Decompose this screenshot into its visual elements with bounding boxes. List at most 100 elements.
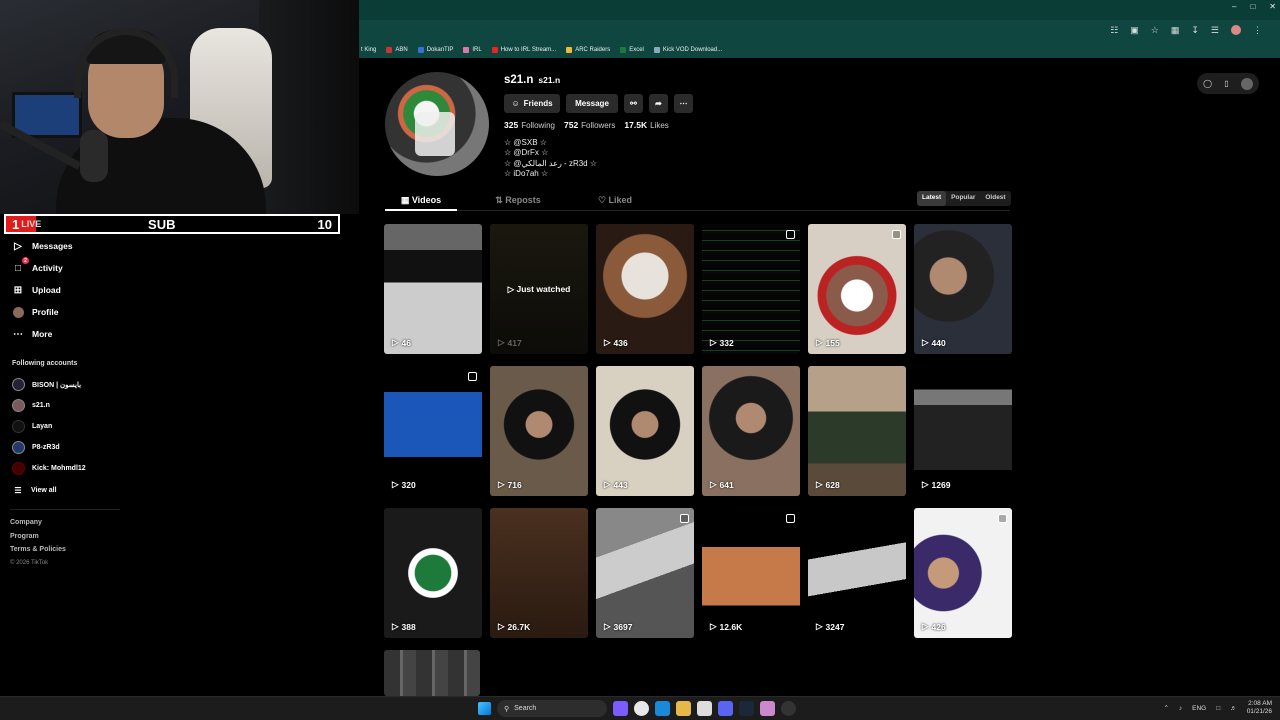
photo-carousel-icon bbox=[786, 230, 795, 239]
bookmark-item[interactable]: How to IRL Stream... bbox=[491, 47, 556, 53]
view-all-link[interactable]: ☰ View all bbox=[12, 484, 56, 496]
extensions-icon[interactable]: ▦ bbox=[1171, 25, 1180, 36]
bookmark-item[interactable]: ABN bbox=[386, 47, 408, 53]
suggest-accounts-button[interactable]: ⚯ bbox=[624, 94, 643, 113]
bookmark-favicon bbox=[417, 47, 424, 53]
microphone-icon[interactable]: ♪ bbox=[1179, 705, 1182, 712]
tray-chevron-icon[interactable]: ⌃ bbox=[1163, 704, 1168, 712]
video-card[interactable]: ▷ 436 bbox=[596, 224, 694, 354]
taskbar-search[interactable]: ⚲ Search bbox=[497, 700, 607, 717]
following-account[interactable]: Layan bbox=[12, 420, 52, 433]
following-account[interactable]: Kick: Mohmdl12 bbox=[12, 462, 86, 475]
footer-link-terms[interactable]: Terms & Policies bbox=[10, 543, 66, 557]
video-card[interactable]: ▷ 628 bbox=[808, 366, 906, 496]
store-icon[interactable] bbox=[697, 701, 712, 716]
reading-list-icon[interactable]: ☰ bbox=[1211, 25, 1219, 36]
video-card[interactable]: ▷ 46 bbox=[384, 224, 482, 354]
video-card-partial[interactable] bbox=[384, 650, 480, 696]
nav-activity[interactable]: □ 2 Activity bbox=[12, 257, 63, 274]
minimize-icon[interactable]: – bbox=[1232, 2, 1236, 11]
account-avatar bbox=[12, 441, 25, 454]
play-icon: ▷ bbox=[392, 337, 399, 347]
bookmark-star-icon[interactable]: ☆ bbox=[1151, 25, 1159, 36]
footer-link-program[interactable]: Program bbox=[10, 530, 66, 544]
video-card[interactable]: ▷ 426 bbox=[914, 508, 1012, 638]
share-button[interactable]: ➦ bbox=[649, 94, 668, 113]
video-card[interactable]: ▷ 388 bbox=[384, 508, 482, 638]
copilot-icon[interactable] bbox=[613, 701, 628, 716]
photo-carousel-icon bbox=[786, 514, 795, 523]
video-card[interactable]: ▷ 716 bbox=[490, 366, 588, 496]
tab-reposts[interactable]: ⇅ Reposts bbox=[482, 189, 554, 210]
play-icon: ▷ bbox=[604, 337, 611, 347]
video-card[interactable]: ▷ 155 bbox=[808, 224, 906, 354]
nav-profile[interactable]: Profile bbox=[12, 306, 58, 318]
windows-start-icon[interactable] bbox=[478, 702, 491, 715]
following-stat[interactable]: 325 Following bbox=[504, 120, 555, 130]
bookmark-item[interactable]: Kick VOD Download... bbox=[653, 47, 723, 53]
nav-more[interactable]: ⋯ More bbox=[12, 328, 52, 340]
sort-latest[interactable]: Latest bbox=[917, 191, 947, 206]
video-views: ▷ 26.7K bbox=[498, 621, 530, 632]
video-card[interactable]: ▷ 443 bbox=[596, 366, 694, 496]
translate-icon[interactable]: ☷ bbox=[1110, 25, 1118, 36]
more-options-button[interactable]: ⋯ bbox=[674, 94, 693, 113]
sort-oldest[interactable]: Oldest bbox=[980, 191, 1010, 206]
user-avatar-icon[interactable] bbox=[1240, 77, 1253, 90]
video-card[interactable]: ▷ 1269 bbox=[914, 366, 1012, 496]
tab-liked[interactable]: ♡ Liked bbox=[579, 189, 651, 210]
followers-stat[interactable]: 752 Followers bbox=[564, 120, 615, 130]
steam-icon[interactable] bbox=[739, 701, 754, 716]
message-button[interactable]: Message bbox=[566, 94, 618, 113]
footer-link-company[interactable]: Company bbox=[10, 516, 66, 530]
download-icon[interactable]: ↧ bbox=[1191, 25, 1199, 36]
video-card[interactable]: ▷ 3697 bbox=[596, 508, 694, 638]
bookmarks-bar: t King ABN DokanTIP IRL How to IRL Strea… bbox=[359, 42, 1280, 58]
nav-more-label: More bbox=[32, 329, 53, 339]
cast-icon[interactable]: ▣ bbox=[1130, 25, 1139, 36]
obs-icon[interactable] bbox=[781, 701, 796, 716]
file-explorer-icon[interactable] bbox=[676, 701, 691, 716]
friends-button[interactable]: ☺ Friends bbox=[504, 94, 560, 113]
chrome-icon[interactable] bbox=[634, 701, 649, 716]
sort-popular[interactable]: Popular bbox=[946, 191, 980, 206]
video-card[interactable]: ▷ 320 bbox=[384, 366, 482, 496]
play-icon: ▷ bbox=[604, 479, 611, 489]
bookmark-label: Kick VOD Download... bbox=[662, 47, 723, 53]
network-icon[interactable]: □ bbox=[1216, 705, 1220, 712]
bio-line: ☆ @رعد المالكي - zR3d ☆ bbox=[504, 158, 598, 168]
bookmark-item[interactable]: ARC Raiders bbox=[566, 47, 610, 53]
app-icon[interactable] bbox=[760, 701, 775, 716]
close-icon[interactable]: ✕ bbox=[1269, 2, 1276, 11]
video-view-count: 417 bbox=[507, 337, 522, 348]
taskbar-clock[interactable]: 2:08 AM 01/21/26 bbox=[1247, 700, 1272, 716]
edge-icon[interactable] bbox=[655, 701, 670, 716]
nav-messages[interactable]: ▷ Messages bbox=[12, 240, 73, 252]
bookmark-item[interactable]: IRL bbox=[463, 47, 482, 53]
play-icon: ▷ bbox=[498, 621, 505, 631]
following-account[interactable]: s21.n bbox=[12, 399, 50, 412]
menu-kebab-icon[interactable]: ⋮ bbox=[1253, 25, 1262, 36]
video-view-count: 628 bbox=[825, 479, 840, 490]
bookmark-item[interactable]: Excel bbox=[620, 47, 644, 53]
bookmark-item[interactable]: t King bbox=[361, 47, 376, 53]
discord-icon[interactable] bbox=[718, 701, 733, 716]
maximize-icon[interactable]: □ bbox=[1250, 2, 1255, 11]
video-card[interactable]: ▷ 26.7K bbox=[490, 508, 588, 638]
nav-upload[interactable]: ⊞ Upload bbox=[12, 284, 61, 296]
following-account[interactable]: BISON | بايسون bbox=[12, 378, 81, 391]
coin-icon[interactable]: ◯ bbox=[1203, 79, 1212, 88]
video-card[interactable]: ▷ 440 bbox=[914, 224, 1012, 354]
volume-icon[interactable]: ♬ bbox=[1230, 705, 1237, 712]
video-card[interactable]: ▷ 3247 bbox=[808, 508, 906, 638]
video-card[interactable]: ▷ 332 bbox=[702, 224, 800, 354]
language-indicator[interactable]: ENG bbox=[1192, 705, 1206, 712]
device-icon[interactable]: ▯ bbox=[1224, 79, 1228, 88]
following-account[interactable]: P8-zR3d bbox=[12, 441, 60, 454]
video-card[interactable]: ▷ 641 bbox=[702, 366, 800, 496]
profile-avatar-icon[interactable] bbox=[1231, 25, 1241, 35]
video-card[interactable]: ▷ 12.6K bbox=[702, 508, 800, 638]
bookmark-item[interactable]: DokanTIP bbox=[417, 47, 453, 53]
video-card[interactable]: ▷ Just watched ▷ 417 bbox=[490, 224, 588, 354]
tab-videos[interactable]: ▦ Videos bbox=[385, 189, 457, 211]
